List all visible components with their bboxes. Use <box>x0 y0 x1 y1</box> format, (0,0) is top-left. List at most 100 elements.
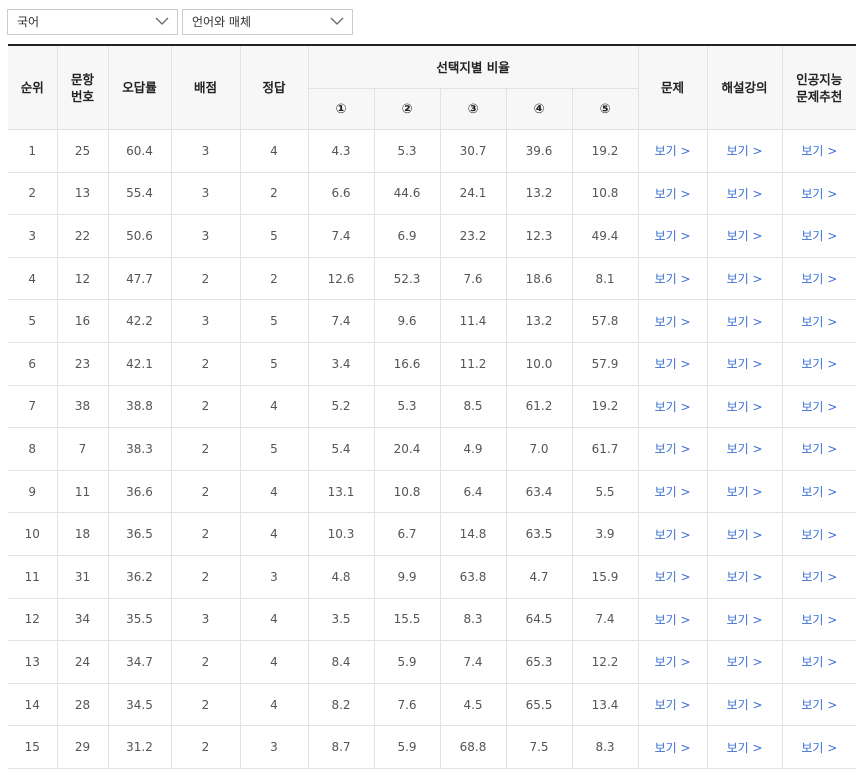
error-rate-cell: 34.5 <box>107 682 172 727</box>
question-no-cell: 31 <box>56 554 109 599</box>
view-lecture-link[interactable]: 보기 > <box>706 725 783 769</box>
answer-cell: 4 <box>239 469 309 514</box>
view-lecture-link[interactable]: 보기 > <box>706 512 783 556</box>
view-problem-link[interactable]: 보기 > <box>637 597 708 642</box>
question-no-cell: 24 <box>56 640 109 684</box>
choice-1-ratio-cell: 5.4 <box>307 427 375 471</box>
view-lecture-link[interactable]: 보기 > <box>706 214 783 258</box>
view-lecture-link[interactable]: 보기 > <box>706 640 783 684</box>
view-ai-recommend-link[interactable]: 보기 > <box>781 299 857 343</box>
question-no-cell: 16 <box>56 299 109 343</box>
choice-2-ratio-cell: 5.9 <box>373 725 441 769</box>
view-problem-link[interactable]: 보기 > <box>637 427 708 471</box>
view-lecture-link[interactable]: 보기 > <box>706 682 783 727</box>
elective-select[interactable]: 언어와 매체 <box>182 9 353 35</box>
view-problem-link[interactable]: 보기 > <box>637 299 708 343</box>
view-ai-recommend-link[interactable]: 보기 > <box>781 129 857 173</box>
view-lecture-link[interactable]: 보기 > <box>706 427 783 471</box>
view-ai-recommend-link[interactable]: 보기 > <box>781 384 857 429</box>
choice-3-ratio-cell: 63.8 <box>439 554 507 599</box>
view-problem-link[interactable]: 보기 > <box>637 341 708 386</box>
view-ai-recommend-link[interactable]: 보기 > <box>781 214 857 258</box>
choice-2-ratio-cell: 16.6 <box>373 341 441 386</box>
points-cell: 2 <box>170 427 241 471</box>
view-lecture-link[interactable]: 보기 > <box>706 341 783 386</box>
view-problem-link[interactable]: 보기 > <box>637 725 708 769</box>
choice-5-ratio-cell: 49.4 <box>571 214 639 258</box>
choice-4-ratio-cell: 65.3 <box>505 640 573 684</box>
choice-2-ratio-cell: 6.9 <box>373 214 441 258</box>
choice-2-ratio-cell: 5.9 <box>373 640 441 684</box>
question-no-cell: 38 <box>56 384 109 429</box>
rank-cell: 8 <box>8 427 58 471</box>
answer-cell: 4 <box>239 384 309 429</box>
view-ai-recommend-link[interactable]: 보기 > <box>781 597 857 642</box>
choice-1-ratio-cell: 7.4 <box>307 299 375 343</box>
choice-2-ratio-cell: 44.6 <box>373 171 441 216</box>
view-lecture-link[interactable]: 보기 > <box>706 299 783 343</box>
points-cell: 2 <box>170 725 241 769</box>
error-rate-table: 순위 문항 번호 오답률 배점 정답 선택지별 비율 문제 해설강의 인공지능 … <box>8 44 857 769</box>
answer-cell: 2 <box>239 256 309 301</box>
choice-1-ratio-cell: 10.3 <box>307 512 375 556</box>
choice-5-ratio-cell: 8.3 <box>571 725 639 769</box>
header-ai-recommend: 인공지능 문제추천 <box>781 45 857 130</box>
choice-5-ratio-cell: 19.2 <box>571 129 639 173</box>
view-ai-recommend-link[interactable]: 보기 > <box>781 554 857 599</box>
rank-cell: 5 <box>8 299 58 343</box>
view-problem-link[interactable]: 보기 > <box>637 384 708 429</box>
view-problem-link[interactable]: 보기 > <box>637 554 708 599</box>
table-row: 8 7 38.3 2 5 5.4 20.4 4.9 7.0 61.7 보기 > 보기 > 보기 > <box>8 427 857 471</box>
view-problem-link[interactable]: 보기 > <box>637 640 708 684</box>
view-ai-recommend-link[interactable]: 보기 > <box>781 640 857 684</box>
view-lecture-link[interactable]: 보기 > <box>706 256 783 301</box>
choice-4-ratio-cell: 18.6 <box>505 256 573 301</box>
choice-5-ratio-cell: 15.9 <box>571 554 639 599</box>
view-problem-link[interactable]: 보기 > <box>637 512 708 556</box>
choice-3-ratio-cell: 4.9 <box>439 427 507 471</box>
view-ai-recommend-link[interactable]: 보기 > <box>781 682 857 727</box>
view-ai-recommend-link[interactable]: 보기 > <box>781 469 857 514</box>
view-problem-link[interactable]: 보기 > <box>637 214 708 258</box>
view-problem-link[interactable]: 보기 > <box>637 129 708 173</box>
view-lecture-link[interactable]: 보기 > <box>706 554 783 599</box>
choice-5-ratio-cell: 8.1 <box>571 256 639 301</box>
header-choice-2: ② <box>373 88 441 130</box>
choice-2-ratio-cell: 5.3 <box>373 384 441 429</box>
error-rate-cell: 50.6 <box>107 214 172 258</box>
choice-4-ratio-cell: 63.4 <box>505 469 573 514</box>
view-lecture-link[interactable]: 보기 > <box>706 597 783 642</box>
error-rate-cell: 34.7 <box>107 640 172 684</box>
choice-3-ratio-cell: 14.8 <box>439 512 507 556</box>
answer-cell: 4 <box>239 640 309 684</box>
view-ai-recommend-link[interactable]: 보기 > <box>781 256 857 301</box>
header-error-rate: 오답률 <box>107 45 172 130</box>
view-problem-link[interactable]: 보기 > <box>637 171 708 216</box>
question-no-cell: 25 <box>56 129 109 173</box>
choice-1-ratio-cell: 8.2 <box>307 682 375 727</box>
table-row: 14 28 34.5 2 4 8.2 7.6 4.5 65.5 13.4 보기 > 보기 > 보기 > <box>8 682 857 727</box>
view-ai-recommend-link[interactable]: 보기 > <box>781 171 857 216</box>
view-ai-recommend-link[interactable]: 보기 > <box>781 725 857 769</box>
view-problem-link[interactable]: 보기 > <box>637 256 708 301</box>
subject-select[interactable]: 국어 <box>7 9 178 35</box>
choice-4-ratio-cell: 64.5 <box>505 597 573 642</box>
view-ai-recommend-link[interactable]: 보기 > <box>781 341 857 386</box>
view-ai-recommend-link[interactable]: 보기 > <box>781 427 857 471</box>
view-lecture-link[interactable]: 보기 > <box>706 171 783 216</box>
view-ai-recommend-link[interactable]: 보기 > <box>781 512 857 556</box>
view-problem-link[interactable]: 보기 > <box>637 469 708 514</box>
points-cell: 2 <box>170 384 241 429</box>
view-lecture-link[interactable]: 보기 > <box>706 469 783 514</box>
choice-1-ratio-cell: 4.3 <box>307 129 375 173</box>
view-problem-link[interactable]: 보기 > <box>637 682 708 727</box>
rank-cell: 3 <box>8 214 58 258</box>
error-rate-cell: 38.3 <box>107 427 172 471</box>
rank-cell: 6 <box>8 341 58 386</box>
view-lecture-link[interactable]: 보기 > <box>706 384 783 429</box>
view-lecture-link[interactable]: 보기 > <box>706 129 783 173</box>
table-row: 12 34 35.5 3 4 3.5 15.5 8.3 64.5 7.4 보기 > 보기 > 보기 > <box>8 597 857 642</box>
rank-cell: 10 <box>8 512 58 556</box>
choice-2-ratio-cell: 15.5 <box>373 597 441 642</box>
choice-3-ratio-cell: 30.7 <box>439 129 507 173</box>
